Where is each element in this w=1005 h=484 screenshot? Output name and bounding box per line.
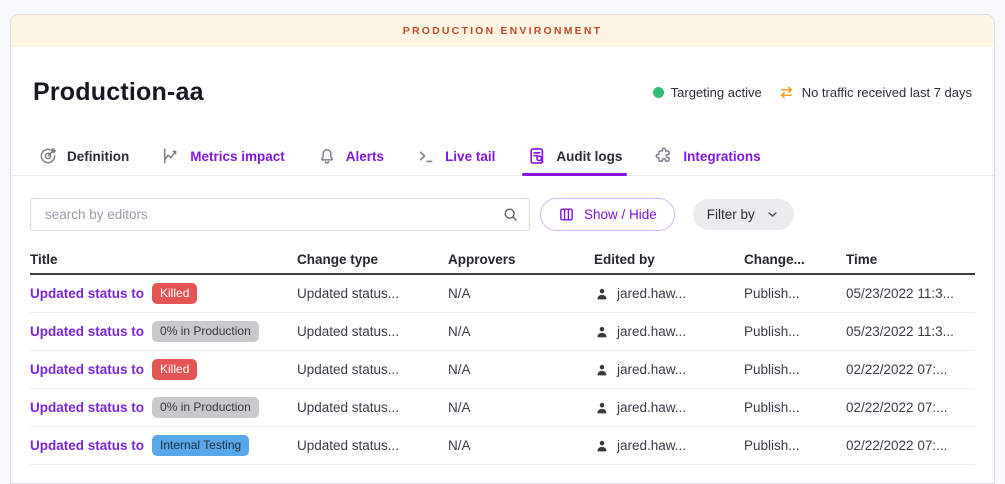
person-icon xyxy=(594,362,610,378)
column-header-edited-by: Edited by xyxy=(594,252,744,267)
approvers-cell: N/A xyxy=(448,438,594,453)
table-header: TitleChange typeApproversEdited byChange… xyxy=(30,245,975,275)
column-header-title: Title xyxy=(30,252,297,267)
column-header-approvers: Approvers xyxy=(448,252,594,267)
search-box xyxy=(30,198,530,231)
edited-by-cell: jared.haw... xyxy=(594,438,744,454)
edited-by-label: jared.haw... xyxy=(617,438,686,453)
tab-integrations[interactable]: Integrations xyxy=(654,146,760,175)
tab-audit-logs[interactable]: Audit logs xyxy=(527,146,622,175)
status-group: Targeting active No traffic received las… xyxy=(653,84,972,101)
row-title-link[interactable]: Updated status to xyxy=(30,286,144,301)
edited-by-label: jared.haw... xyxy=(617,362,686,377)
production-environment-banner: PRODUCTION ENVIRONMENT xyxy=(11,15,994,47)
time-cell: 02/22/2022 07:... xyxy=(846,400,975,415)
column-header-time: Time xyxy=(846,252,975,267)
approvers-cell: N/A xyxy=(448,362,594,377)
audit-logs-icon xyxy=(527,146,547,166)
change-type-cell: Updated status... xyxy=(297,362,448,377)
table-row[interactable]: Updated status to Killed Updated status.… xyxy=(30,351,975,389)
change-type-cell: Updated status... xyxy=(297,438,448,453)
filter-by-label: Filter by xyxy=(707,207,755,222)
search-input[interactable] xyxy=(43,206,502,223)
table-row[interactable]: Updated status to Killed Updated status.… xyxy=(30,275,975,313)
swap-arrows-icon xyxy=(778,84,795,101)
chevron-down-icon xyxy=(765,207,780,222)
time-cell: 05/23/2022 11:3... xyxy=(846,324,975,339)
traffic-status: No traffic received last 7 days xyxy=(778,84,972,101)
change-cell: Publish... xyxy=(744,438,846,453)
page-header: Production-aa Targeting active No traffi… xyxy=(11,47,994,109)
table-row[interactable]: Updated status to 0% in Production Updat… xyxy=(30,313,975,351)
time-cell: 02/22/2022 07:... xyxy=(846,362,975,377)
approvers-cell: N/A xyxy=(448,324,594,339)
tab-metrics-impact[interactable]: Metrics impact xyxy=(161,146,285,175)
edited-by-cell: jared.haw... xyxy=(594,324,744,340)
status-badge: 0% in Production xyxy=(152,321,259,341)
title-cell: Updated status to Internal Testing xyxy=(30,435,297,455)
status-badge: Killed xyxy=(152,283,197,303)
approvers-cell: N/A xyxy=(448,286,594,301)
tab-live-tail[interactable]: Live tail xyxy=(416,146,495,175)
title-cell: Updated status to Killed xyxy=(30,283,297,303)
toolbar: Show / Hide Filter by xyxy=(30,198,975,231)
row-title-link[interactable]: Updated status to xyxy=(30,362,144,377)
time-cell: 05/23/2022 11:3... xyxy=(846,286,975,301)
row-title-link[interactable]: Updated status to xyxy=(30,324,144,339)
targeting-status-label: Targeting active xyxy=(671,85,762,100)
change-cell: Publish... xyxy=(744,324,846,339)
metrics-icon xyxy=(161,146,181,166)
column-header-change-type: Change type xyxy=(297,252,448,267)
tab-alerts[interactable]: Alerts xyxy=(317,146,384,175)
table-row[interactable]: Updated status to 0% in Production Updat… xyxy=(30,389,975,427)
terminal-icon xyxy=(416,146,436,166)
puzzle-icon xyxy=(654,146,674,166)
change-type-cell: Updated status... xyxy=(297,286,448,301)
edited-by-cell: jared.haw... xyxy=(594,286,744,302)
page-title: Production-aa xyxy=(33,78,204,107)
show-hide-label: Show / Hide xyxy=(584,207,657,222)
row-title-link[interactable]: Updated status to xyxy=(30,438,144,453)
show-hide-button[interactable]: Show / Hide xyxy=(540,198,675,231)
status-badge: Internal Testing xyxy=(152,435,249,455)
person-icon xyxy=(594,286,610,302)
title-cell: Updated status to 0% in Production xyxy=(30,397,297,417)
time-cell: 02/22/2022 07:... xyxy=(846,438,975,453)
tab-bar: Definition Metrics impact Alerts Live ta… xyxy=(11,146,994,176)
title-cell: Updated status to 0% in Production xyxy=(30,321,297,341)
change-cell: Publish... xyxy=(744,362,846,377)
column-header-change: Change... xyxy=(744,252,846,267)
table-row[interactable]: Updated status to Internal Testing Updat… xyxy=(30,427,975,465)
approvers-cell: N/A xyxy=(448,400,594,415)
status-dot-icon xyxy=(653,87,664,98)
audit-log-table: TitleChange typeApproversEdited byChange… xyxy=(30,245,975,465)
edited-by-label: jared.haw... xyxy=(617,400,686,415)
change-cell: Publish... xyxy=(744,400,846,415)
banner-label: PRODUCTION ENVIRONMENT xyxy=(403,25,603,37)
change-type-cell: Updated status... xyxy=(297,400,448,415)
bell-icon xyxy=(317,146,337,166)
person-icon xyxy=(594,324,610,340)
filter-by-button[interactable]: Filter by xyxy=(693,199,794,230)
targeting-status: Targeting active xyxy=(653,85,762,100)
traffic-status-label: No traffic received last 7 days xyxy=(802,85,972,100)
table-body: Updated status to Killed Updated status.… xyxy=(30,275,975,465)
edited-by-cell: jared.haw... xyxy=(594,362,744,378)
row-title-link[interactable]: Updated status to xyxy=(30,400,144,415)
change-type-cell: Updated status... xyxy=(297,324,448,339)
search-icon xyxy=(502,206,519,223)
status-badge: Killed xyxy=(152,359,197,379)
edited-by-label: jared.haw... xyxy=(617,286,686,301)
change-cell: Publish... xyxy=(744,286,846,301)
edited-by-label: jared.haw... xyxy=(617,324,686,339)
person-icon xyxy=(594,438,610,454)
edited-by-cell: jared.haw... xyxy=(594,400,744,416)
status-badge: 0% in Production xyxy=(152,397,259,417)
feature-gate-card: PRODUCTION ENVIRONMENT Production-aa Tar… xyxy=(10,14,995,484)
person-icon xyxy=(594,400,610,416)
definition-icon xyxy=(38,146,58,166)
title-cell: Updated status to Killed xyxy=(30,359,297,379)
tab-definition[interactable]: Definition xyxy=(38,146,129,175)
columns-icon xyxy=(558,206,575,223)
